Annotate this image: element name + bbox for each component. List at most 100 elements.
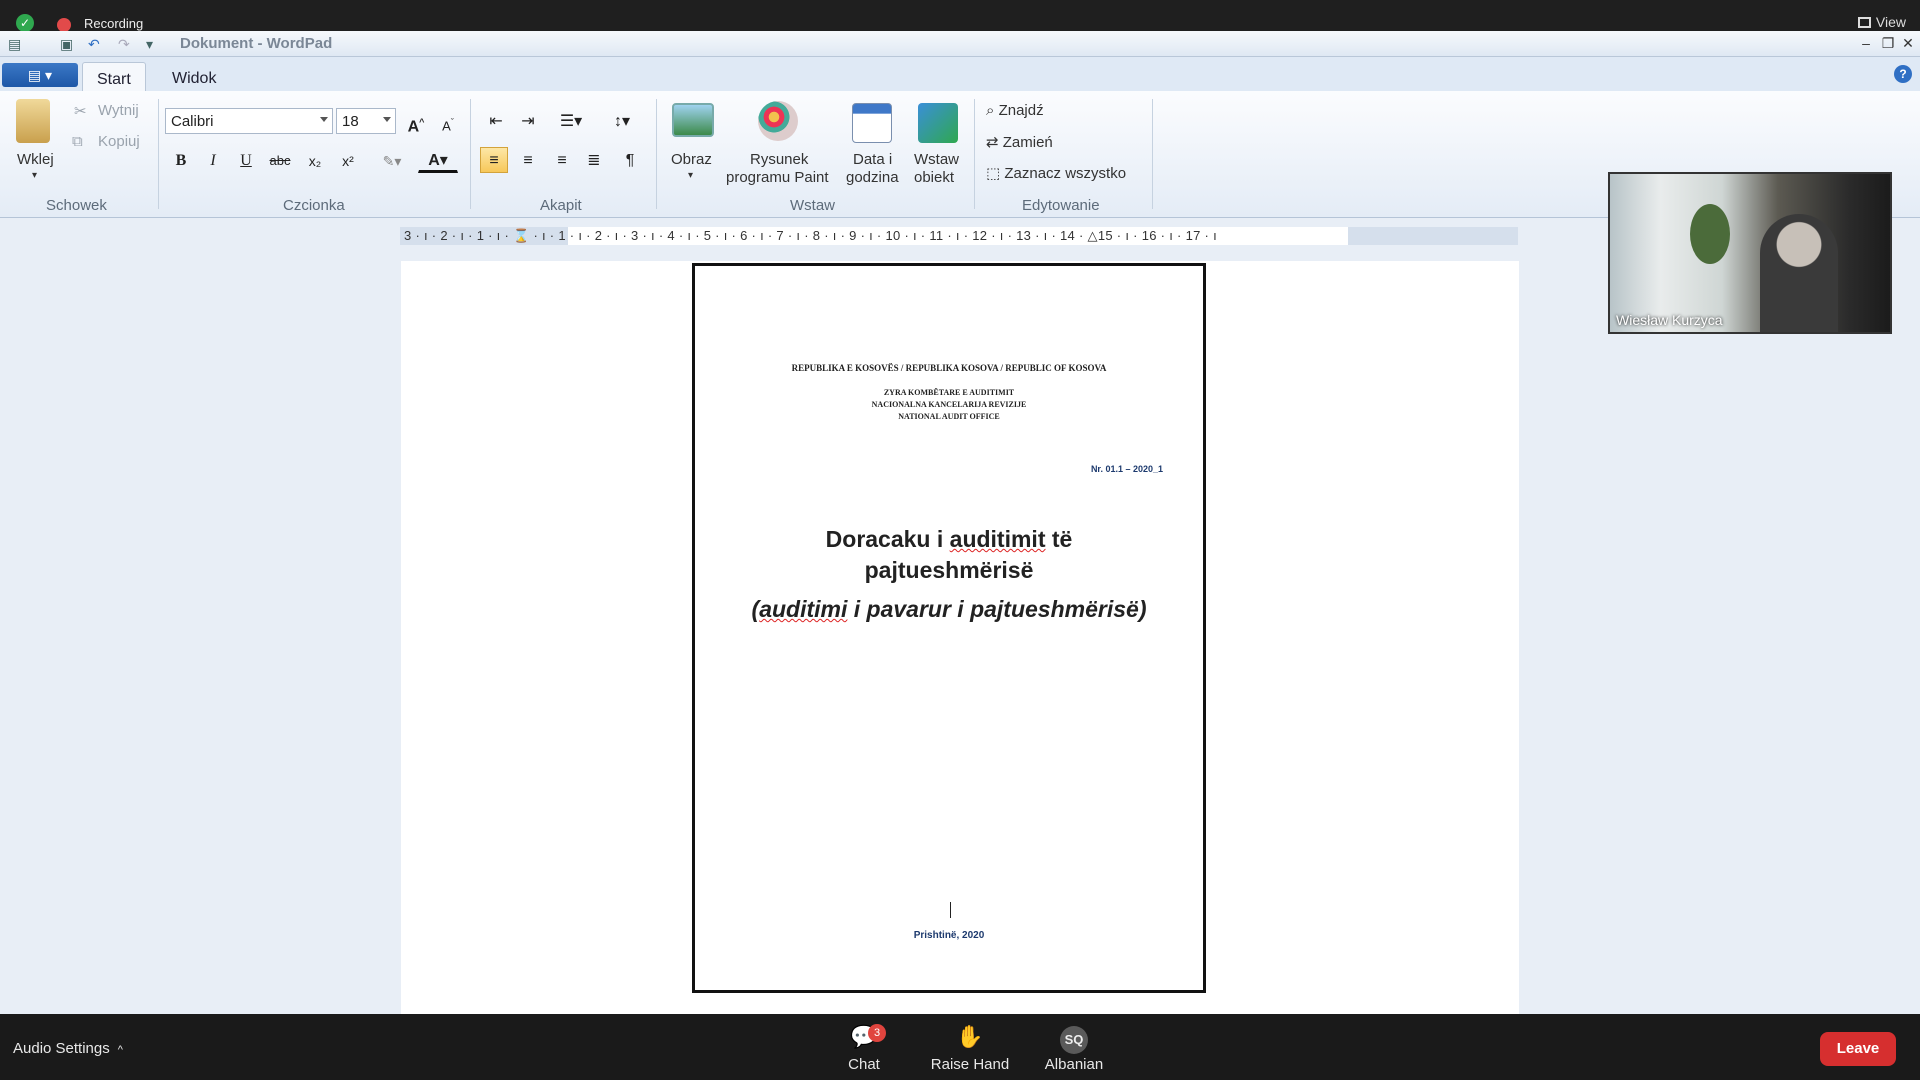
paste-dropdown-icon[interactable]: ▾ <box>32 170 37 181</box>
paint-icon[interactable] <box>758 101 798 141</box>
redo-icon[interactable]: ↷ <box>118 36 134 52</box>
copy-button[interactable]: Kopiuj <box>98 133 140 150</box>
justify-button[interactable]: ≣ <box>580 147 608 173</box>
copy-icon[interactable]: ⧉ <box>72 133 83 150</box>
insert-object-icon[interactable] <box>918 103 958 143</box>
chat-button[interactable]: 💬 3 Chat <box>824 1022 904 1073</box>
participant-name: Wiesław Kurzyca <box>1616 312 1723 328</box>
increase-indent-button[interactable]: ⇥ <box>514 108 542 134</box>
cut-button[interactable]: Wytnij <box>98 102 139 119</box>
undo-icon[interactable]: ↶ <box>88 36 104 52</box>
restore-button[interactable]: ❐ <box>1878 34 1898 52</box>
document-workspace: 3 · ı · 2 · ı · 1 · ı · ⌛ · ı · 1 · ı · … <box>0 218 1920 1021</box>
grow-font-button[interactable]: A^ <box>402 108 430 135</box>
picture-icon[interactable] <box>672 103 714 137</box>
align-right-button[interactable]: ≡ <box>548 147 576 173</box>
document-canvas[interactable]: REPUBLIKA E KOSOVËS / REPUBLIKA KOSOVA /… <box>401 261 1519 1021</box>
insert-group-label: Wstaw <box>790 197 835 214</box>
font-group-label: Czcionka <box>283 197 345 214</box>
participant-video[interactable]: Wiesław Kurzyca <box>1608 172 1892 334</box>
picture-button[interactable]: Obraz <box>671 151 712 168</box>
tab-start[interactable]: Start <box>82 62 146 91</box>
close-button[interactable]: ✕ <box>1898 34 1918 52</box>
replace-label: Zamień <box>1002 134 1053 151</box>
datetime-button-line2[interactable]: godzina <box>846 169 899 186</box>
chevron-up-icon: ^ <box>117 1044 123 1056</box>
ruler[interactable]: 3 · ı · 2 · ı · 1 · ı · ⌛ · ı · 1 · ı · … <box>400 227 1518 245</box>
recording-icon <box>57 18 71 32</box>
language-label: Albanian <box>1044 1056 1104 1073</box>
audio-settings-button[interactable]: Audio Settings ^ <box>13 1040 123 1057</box>
wordpad-app-icon[interactable]: ▤ <box>8 36 24 52</box>
align-left-button[interactable]: ≡ <box>480 147 508 173</box>
audio-settings-label: Audio Settings <box>13 1040 110 1057</box>
insert-object-button-line1[interactable]: Wstaw <box>914 151 959 168</box>
subtitle-part-3: i pavarur i pajtueshmërisë) <box>847 596 1147 622</box>
paragraph-dialog-button[interactable]: ¶ <box>616 147 644 173</box>
header-line-office-en: NATIONAL AUDIT OFFICE <box>898 412 1000 421</box>
chat-icon: 💬 <box>850 1024 878 1049</box>
raise-hand-label: Raise Hand <box>930 1056 1010 1073</box>
editing-group-label: Edytowanie <box>1022 197 1100 214</box>
header-line-office-sq: ZYRA KOMBËTARE E AUDITIMIT <box>883 388 1015 397</box>
security-shield-icon[interactable]: ✓ <box>16 14 34 32</box>
help-icon[interactable]: ? <box>1894 65 1912 83</box>
decrease-indent-button[interactable]: ⇤ <box>482 108 510 134</box>
find-label: Znajdź <box>998 102 1044 119</box>
document-number: Nr. 01.1 – 2020_1 <box>1090 464 1163 474</box>
paste-icon[interactable] <box>16 99 50 143</box>
view-button[interactable]: View <box>1857 14 1906 30</box>
view-label: View <box>1875 14 1906 30</box>
ribbon-separator <box>470 99 471 209</box>
recording-label: Recording <box>84 16 144 31</box>
find-button[interactable]: ⌕ Znajdź <box>986 102 1044 119</box>
bold-button[interactable]: B <box>167 147 195 173</box>
title-part-1: Doracaku i <box>825 526 950 552</box>
language-initials: SQ <box>1060 1026 1088 1054</box>
document-title: Doracaku i auditimit të pajtueshmërisë <box>695 524 1203 586</box>
minimize-button[interactable]: – <box>1856 34 1876 52</box>
title-page: REPUBLIKA E KOSOVËS / REPUBLIKA KOSOVA /… <box>692 263 1206 993</box>
paint-button-line2[interactable]: programu Paint <box>726 169 829 186</box>
subscript-button[interactable]: x₂ <box>301 147 329 173</box>
app-menu-button[interactable]: ▤ ▾ <box>2 63 78 87</box>
replace-icon: ⇄ <box>986 134 1003 151</box>
ribbon-separator <box>158 99 159 209</box>
clipboard-group-label: Schowek <box>46 197 107 214</box>
align-center-button[interactable]: ≡ <box>514 147 542 173</box>
text-cursor <box>950 902 951 918</box>
tab-widok[interactable]: Widok <box>158 62 230 91</box>
customize-quick-access-icon[interactable]: ▾ <box>146 36 162 52</box>
underline-button[interactable]: U <box>232 147 260 173</box>
cut-icon[interactable]: ✂ <box>74 102 87 120</box>
strikethrough-button[interactable]: abc <box>266 147 294 173</box>
bullets-button[interactable]: ☰▾ <box>548 108 594 134</box>
shrink-font-button[interactable]: Aˇ <box>434 108 462 134</box>
select-all-button[interactable]: ⬚ Zaznacz wszystko <box>986 164 1126 182</box>
raise-hand-button[interactable]: ✋ Raise Hand <box>924 1022 1016 1073</box>
paint-button-line1[interactable]: Rysunek <box>750 151 808 168</box>
title-part-2: auditimit <box>949 526 1046 552</box>
replace-button[interactable]: ⇄ Zamień <box>986 133 1053 151</box>
paste-button[interactable]: Wklej <box>17 151 54 168</box>
subtitle-part-2: auditimi <box>759 596 848 622</box>
header-line-office-sr: NACIONALNA KANCELARIJA REVIZIJE <box>871 400 1027 409</box>
font-name-combo[interactable]: Calibri <box>165 108 333 134</box>
window-title: Dokument - WordPad <box>180 35 333 52</box>
leave-button[interactable]: Leave <box>1820 1032 1896 1066</box>
background-plant <box>1690 204 1730 264</box>
ribbon-separator <box>1152 99 1153 209</box>
highlight-color-button[interactable]: ✎▾ <box>372 147 412 173</box>
calendar-clock-icon[interactable] <box>852 103 892 143</box>
font-color-button[interactable]: A▾ <box>418 147 458 173</box>
language-interpretation-button[interactable]: SQ Albanian <box>1034 1022 1114 1073</box>
chat-badge: 3 <box>868 1024 886 1042</box>
save-icon[interactable]: ▣ <box>60 36 76 52</box>
font-size-combo[interactable]: 18 <box>336 108 396 134</box>
italic-button[interactable]: I <box>199 147 227 173</box>
picture-dropdown-icon[interactable]: ▾ <box>688 170 693 181</box>
datetime-button-line1[interactable]: Data i <box>853 151 892 168</box>
superscript-button[interactable]: x² <box>334 147 362 173</box>
insert-object-button-line2[interactable]: obiekt <box>914 169 954 186</box>
line-spacing-button[interactable]: ↕▾ <box>600 108 644 134</box>
